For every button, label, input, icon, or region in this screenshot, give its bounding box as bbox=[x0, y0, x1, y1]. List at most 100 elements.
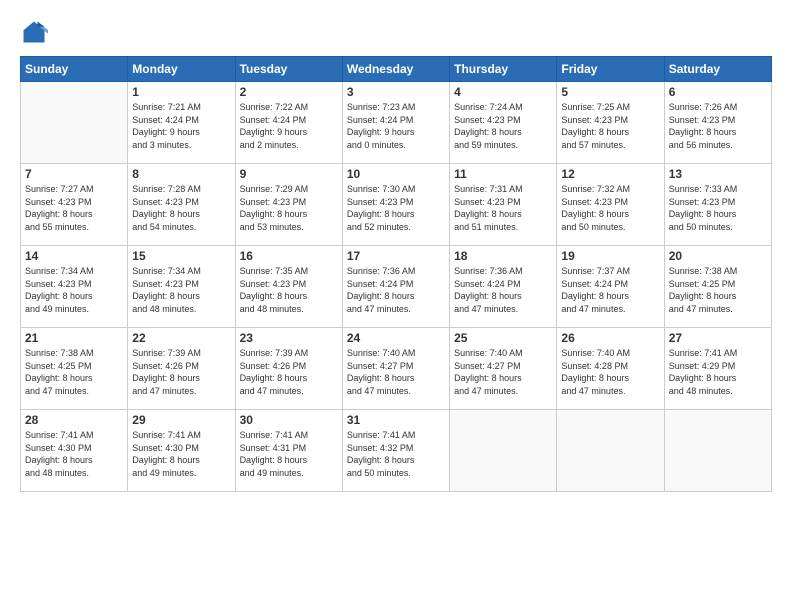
day-number: 2 bbox=[240, 85, 338, 99]
cell-info: Sunrise: 7:41 AM Sunset: 4:30 PM Dayligh… bbox=[132, 429, 230, 479]
cell-info: Sunrise: 7:39 AM Sunset: 4:26 PM Dayligh… bbox=[132, 347, 230, 397]
calendar-cell: 18Sunrise: 7:36 AM Sunset: 4:24 PM Dayli… bbox=[450, 246, 557, 328]
cell-info: Sunrise: 7:35 AM Sunset: 4:23 PM Dayligh… bbox=[240, 265, 338, 315]
weekday-header: Friday bbox=[557, 57, 664, 82]
cell-info: Sunrise: 7:28 AM Sunset: 4:23 PM Dayligh… bbox=[132, 183, 230, 233]
day-number: 3 bbox=[347, 85, 445, 99]
calendar-cell: 26 Sunrise: 7:40 AM Sunset: 4:28 PM Dayli… bbox=[557, 328, 664, 410]
weekday-header: Wednesday bbox=[342, 57, 449, 82]
cell-info: Sunrise: 7:39 AM Sunset: 4:26 PM Dayligh… bbox=[240, 347, 338, 397]
calendar-cell: 28 Sunrise: 7:41 AM Sunset: 4:30 PM Dayli… bbox=[21, 410, 128, 492]
calendar-cell: 22 Sunrise: 7:39 AM Sunset: 4:26 PM Dayli… bbox=[128, 328, 235, 410]
day-number: 30 bbox=[240, 413, 338, 427]
calendar-cell: 21 Sunrise: 7:38 AM Sunset: 4:25 PM Dayli… bbox=[21, 328, 128, 410]
day-number: 26 bbox=[561, 331, 659, 345]
day-number: 29 bbox=[132, 413, 230, 427]
logo bbox=[20, 18, 52, 46]
calendar-cell: 16 Sunrise: 7:35 AM Sunset: 4:23 PM Dayli… bbox=[235, 246, 342, 328]
calendar-cell: 24Sunrise: 7:40 AM Sunset: 4:27 PM Dayli… bbox=[342, 328, 449, 410]
day-number: 6 bbox=[669, 85, 767, 99]
day-number: 7 bbox=[25, 167, 123, 181]
cell-info: Sunrise: 7:34 AM Sunset: 4:23 PM Dayligh… bbox=[25, 265, 123, 315]
calendar-cell bbox=[21, 82, 128, 164]
weekday-header: Saturday bbox=[664, 57, 771, 82]
cell-info: Sunrise: 7:38 AM Sunset: 4:25 PM Dayligh… bbox=[25, 347, 123, 397]
calendar-cell: 30 Sunrise: 7:41 AM Sunset: 4:31 PM Dayli… bbox=[235, 410, 342, 492]
cell-info: Sunrise: 7:40 AM Sunset: 4:28 PM Dayligh… bbox=[561, 347, 659, 397]
day-number: 28 bbox=[25, 413, 123, 427]
day-number: 15 bbox=[132, 249, 230, 263]
calendar-cell: 19 Sunrise: 7:37 AM Sunset: 4:24 PM Dayli… bbox=[557, 246, 664, 328]
cell-info: Sunrise: 7:41 AM Sunset: 4:31 PM Dayligh… bbox=[240, 429, 338, 479]
calendar-cell: 25Sunrise: 7:40 AM Sunset: 4:27 PM Dayli… bbox=[450, 328, 557, 410]
calendar-cell: 20 Sunrise: 7:38 AM Sunset: 4:25 PM Dayli… bbox=[664, 246, 771, 328]
calendar-cell: 29 Sunrise: 7:41 AM Sunset: 4:30 PM Dayli… bbox=[128, 410, 235, 492]
logo-icon bbox=[20, 18, 48, 46]
header bbox=[20, 18, 772, 46]
calendar-cell: 23 Sunrise: 7:39 AM Sunset: 4:26 PM Dayli… bbox=[235, 328, 342, 410]
cell-info: Sunrise: 7:41 AM Sunset: 4:32 PM Dayligh… bbox=[347, 429, 445, 479]
cell-info: Sunrise: 7:21 AM Sunset: 4:24 PM Dayligh… bbox=[132, 101, 230, 151]
cell-info: Sunrise: 7:37 AM Sunset: 4:24 PM Dayligh… bbox=[561, 265, 659, 315]
day-number: 16 bbox=[240, 249, 338, 263]
day-number: 17 bbox=[347, 249, 445, 263]
cell-info: Sunrise: 7:34 AM Sunset: 4:23 PM Dayligh… bbox=[132, 265, 230, 315]
day-number: 27 bbox=[669, 331, 767, 345]
calendar-week-row: 1 Sunrise: 7:21 AM Sunset: 4:24 PM Daylig… bbox=[21, 82, 772, 164]
cell-info: Sunrise: 7:40 AM Sunset: 4:27 PM Dayligh… bbox=[454, 347, 552, 397]
cell-info: Sunrise: 7:36 AM Sunset: 4:24 PM Dayligh… bbox=[347, 265, 445, 315]
calendar-week-row: 7 Sunrise: 7:27 AM Sunset: 4:23 PM Daylig… bbox=[21, 164, 772, 246]
cell-info: Sunrise: 7:31 AM Sunset: 4:23 PM Dayligh… bbox=[454, 183, 552, 233]
cell-info: Sunrise: 7:25 AM Sunset: 4:23 PM Dayligh… bbox=[561, 101, 659, 151]
cell-info: Sunrise: 7:41 AM Sunset: 4:29 PM Dayligh… bbox=[669, 347, 767, 397]
calendar-cell: 12 Sunrise: 7:32 AM Sunset: 4:23 PM Dayli… bbox=[557, 164, 664, 246]
weekday-header-row: SundayMondayTuesdayWednesdayThursdayFrid… bbox=[21, 57, 772, 82]
calendar-cell: 3 Sunrise: 7:23 AM Sunset: 4:24 PM Daylig… bbox=[342, 82, 449, 164]
calendar-cell bbox=[450, 410, 557, 492]
calendar-cell: 14Sunrise: 7:34 AM Sunset: 4:23 PM Dayli… bbox=[21, 246, 128, 328]
calendar-cell bbox=[664, 410, 771, 492]
cell-info: Sunrise: 7:24 AM Sunset: 4:23 PM Dayligh… bbox=[454, 101, 552, 151]
calendar-week-row: 14Sunrise: 7:34 AM Sunset: 4:23 PM Dayli… bbox=[21, 246, 772, 328]
calendar-cell: 1 Sunrise: 7:21 AM Sunset: 4:24 PM Daylig… bbox=[128, 82, 235, 164]
calendar-cell: 7 Sunrise: 7:27 AM Sunset: 4:23 PM Daylig… bbox=[21, 164, 128, 246]
weekday-header: Sunday bbox=[21, 57, 128, 82]
day-number: 8 bbox=[132, 167, 230, 181]
day-number: 23 bbox=[240, 331, 338, 345]
cell-info: Sunrise: 7:38 AM Sunset: 4:25 PM Dayligh… bbox=[669, 265, 767, 315]
day-number: 13 bbox=[669, 167, 767, 181]
calendar-cell: 4 Sunrise: 7:24 AM Sunset: 4:23 PM Daylig… bbox=[450, 82, 557, 164]
calendar-cell bbox=[557, 410, 664, 492]
cell-info: Sunrise: 7:22 AM Sunset: 4:24 PM Dayligh… bbox=[240, 101, 338, 151]
calendar-cell: 2 Sunrise: 7:22 AM Sunset: 4:24 PM Daylig… bbox=[235, 82, 342, 164]
day-number: 19 bbox=[561, 249, 659, 263]
cell-info: Sunrise: 7:29 AM Sunset: 4:23 PM Dayligh… bbox=[240, 183, 338, 233]
calendar-cell: 5Sunrise: 7:25 AM Sunset: 4:23 PM Daylig… bbox=[557, 82, 664, 164]
calendar-cell: 13Sunrise: 7:33 AM Sunset: 4:23 PM Dayli… bbox=[664, 164, 771, 246]
day-number: 20 bbox=[669, 249, 767, 263]
weekday-header: Thursday bbox=[450, 57, 557, 82]
cell-info: Sunrise: 7:30 AM Sunset: 4:23 PM Dayligh… bbox=[347, 183, 445, 233]
calendar-cell: 17 Sunrise: 7:36 AM Sunset: 4:24 PM Dayli… bbox=[342, 246, 449, 328]
day-number: 22 bbox=[132, 331, 230, 345]
day-number: 11 bbox=[454, 167, 552, 181]
day-number: 4 bbox=[454, 85, 552, 99]
page: SundayMondayTuesdayWednesdayThursdayFrid… bbox=[0, 0, 792, 612]
day-number: 24 bbox=[347, 331, 445, 345]
cell-info: Sunrise: 7:27 AM Sunset: 4:23 PM Dayligh… bbox=[25, 183, 123, 233]
day-number: 9 bbox=[240, 167, 338, 181]
cell-info: Sunrise: 7:32 AM Sunset: 4:23 PM Dayligh… bbox=[561, 183, 659, 233]
calendar-cell: 27 Sunrise: 7:41 AM Sunset: 4:29 PM Dayli… bbox=[664, 328, 771, 410]
weekday-header: Tuesday bbox=[235, 57, 342, 82]
day-number: 1 bbox=[132, 85, 230, 99]
day-number: 12 bbox=[561, 167, 659, 181]
cell-info: Sunrise: 7:41 AM Sunset: 4:30 PM Dayligh… bbox=[25, 429, 123, 479]
cell-info: Sunrise: 7:36 AM Sunset: 4:24 PM Dayligh… bbox=[454, 265, 552, 315]
day-number: 21 bbox=[25, 331, 123, 345]
calendar-cell: 15 Sunrise: 7:34 AM Sunset: 4:23 PM Dayli… bbox=[128, 246, 235, 328]
calendar-cell: 9 Sunrise: 7:29 AM Sunset: 4:23 PM Daylig… bbox=[235, 164, 342, 246]
calendar-cell: 31 Sunrise: 7:41 AM Sunset: 4:32 PM Dayli… bbox=[342, 410, 449, 492]
cell-info: Sunrise: 7:26 AM Sunset: 4:23 PM Dayligh… bbox=[669, 101, 767, 151]
cell-info: Sunrise: 7:23 AM Sunset: 4:24 PM Dayligh… bbox=[347, 101, 445, 151]
day-number: 31 bbox=[347, 413, 445, 427]
